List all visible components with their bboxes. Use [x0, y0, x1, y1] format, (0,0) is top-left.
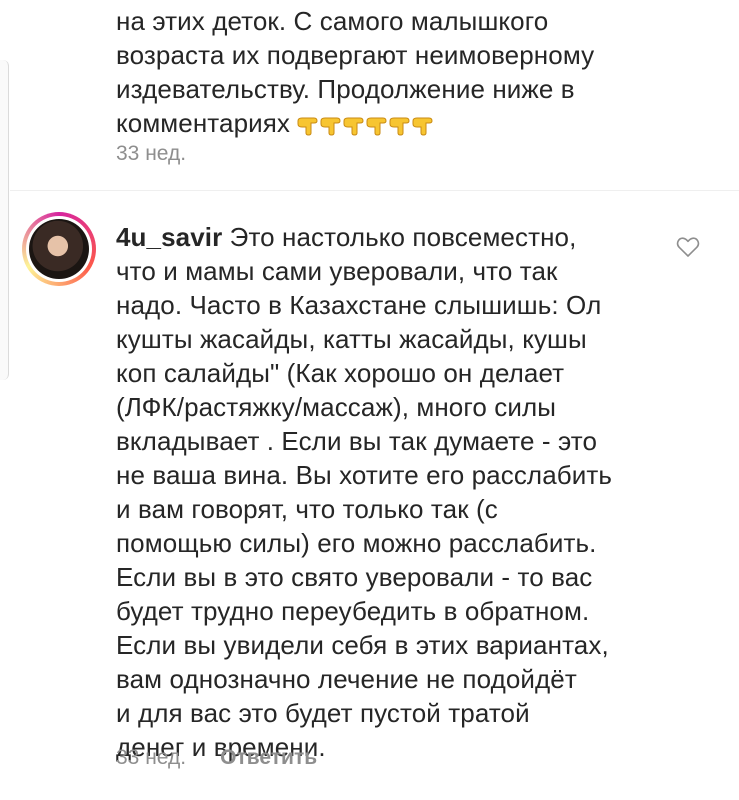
comment-line: и вам говорят, что только так (с — [116, 494, 498, 524]
pointing-hand-icon — [297, 117, 318, 136]
left-panel-edge — [0, 60, 9, 380]
comment-line: надо. Часто в Казахстане слышишь: Ол — [116, 290, 602, 320]
comment-line: кушты жасайды, катты жасайды, кушы — [116, 324, 587, 354]
pointing-hand-icon — [412, 117, 433, 136]
comment-line: не ваша вина. Вы хотите его расслабить — [116, 460, 613, 490]
comment-username[interactable]: 4u_savir — [116, 222, 222, 252]
comment-line: возраста их подвергают неимоверному — [116, 40, 595, 70]
comment-actions: 33 нед. Ответить — [116, 746, 317, 770]
comment-line: на этих деток. С самого малышкого — [116, 6, 549, 36]
comment-time: 33 нед. — [116, 746, 187, 769]
pointing-hand-icon — [320, 117, 341, 136]
comment-line: вкладывает . Если вы так думаете - это — [116, 426, 598, 456]
comment-line: Если вы увидели себя в этих вариантах, — [116, 630, 609, 660]
previous-comment: на этих деток. С самого малышкого возрас… — [116, 4, 676, 144]
comment-line: помощью силы) его можно расслабить. — [116, 528, 597, 558]
pointing-hand-icon — [389, 117, 410, 136]
heart-icon[interactable] — [676, 236, 700, 258]
avatar-ring-gap — [26, 216, 92, 282]
comment-line: 4u_savir Это настолько повсеместно, — [116, 220, 656, 254]
comment-line: издевательству. Продолжение ниже в — [116, 74, 575, 104]
divider — [10, 190, 739, 191]
comment-line: коп салайды" (Как хорошо он делает — [116, 358, 565, 388]
emoji-group — [296, 110, 434, 144]
comment-line: вам однозначно лечение не подойдёт — [116, 664, 577, 694]
comment-line: будет трудно переубедить в обратном. — [116, 596, 590, 626]
avatar-photo — [29, 219, 89, 279]
comment-line-text: Это настолько повсеместно, — [229, 222, 577, 252]
pointing-hand-icon — [366, 117, 387, 136]
comment-line: (ЛФК/растяжку/массаж), много силы — [116, 392, 557, 422]
previous-comment-time: 33 нед. — [116, 142, 187, 165]
comment-line: Если вы в это свято уверовали - то вас — [116, 562, 593, 592]
comment-line: что и мамы сами уверовали, что так — [116, 256, 558, 286]
pointing-hand-icon — [343, 117, 364, 136]
comment-body: 4u_savir Это настолько повсеместно, что … — [116, 220, 656, 764]
comment-line: комментариях — [116, 106, 676, 144]
avatar[interactable] — [22, 212, 96, 286]
comment-line: и для вас это будет пустой тратой — [116, 698, 530, 728]
reply-button[interactable]: Ответить — [220, 746, 317, 769]
comment-line-text: комментариях — [116, 108, 291, 138]
